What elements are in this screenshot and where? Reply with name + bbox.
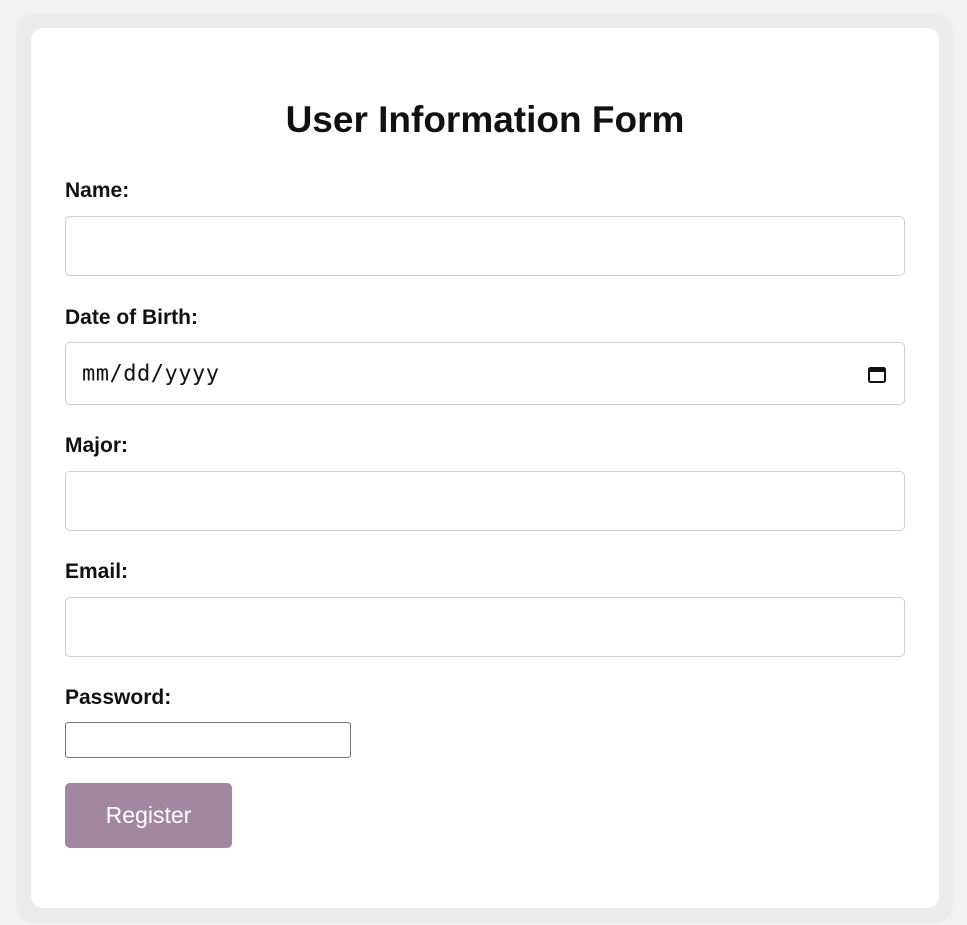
name-input[interactable] [65,216,905,276]
form-card: User Information Form Name: Date of Birt… [31,28,939,908]
major-label: Major: [65,434,128,457]
password-field-group: Password: [65,685,905,758]
name-field-group: Name: [65,178,905,276]
form-title: User Information Form [285,99,685,140]
date-of-birth-label: Date of Birth: [65,306,198,329]
email-label: Email: [65,560,129,583]
major-input[interactable] [65,471,905,531]
password-label: Password: [65,686,172,709]
date-of-birth-input[interactable]: mm/dd/yyyy [65,342,905,405]
email-input[interactable] [65,597,905,657]
register-button[interactable]: Register [65,783,232,848]
date-of-birth-field-group: Date of Birth: mm/dd/yyyy [65,305,905,405]
major-field-group: Major: [65,433,905,531]
password-input[interactable] [65,722,351,758]
email-field-group: Email: [65,559,905,657]
date-format-text: mm/dd/yyyy [82,361,220,386]
name-label: Name: [65,179,130,202]
page: User Information Form Name: Date of Birt… [0,0,967,925]
calendar-icon[interactable] [867,364,887,384]
